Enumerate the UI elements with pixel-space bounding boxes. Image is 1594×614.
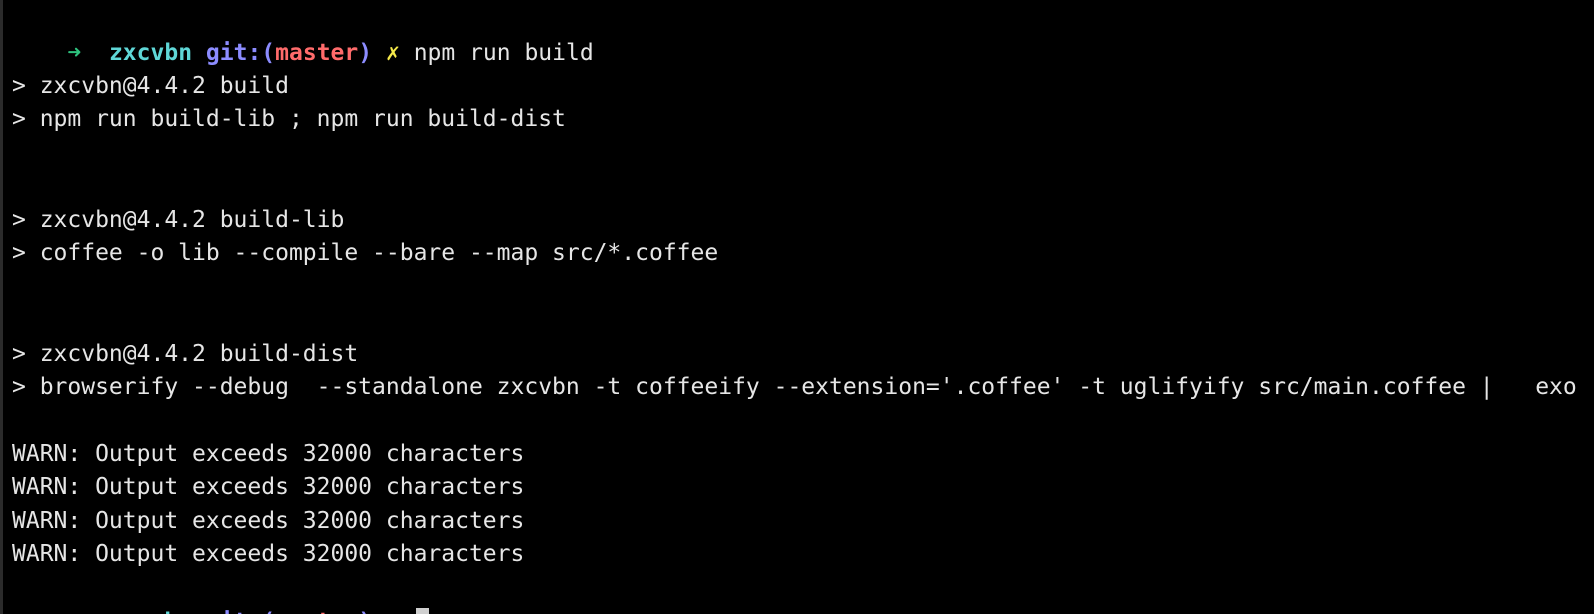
output-line: WARN: Output exceeds 32000 characters xyxy=(12,508,525,534)
text-cursor[interactable] xyxy=(415,607,429,614)
prompt-git-suffix: ) xyxy=(358,40,373,66)
prompt-branch: master xyxy=(275,40,359,66)
prompt-arrow-icon: ➜ xyxy=(67,609,81,614)
prompt-directory: zxcvbn xyxy=(108,40,193,66)
window-edge xyxy=(0,0,3,614)
prompt-line-command: ➜ zxcvbn git:(master) ✗ npm run build xyxy=(12,2,593,66)
prompt-git-suffix: ) xyxy=(358,609,372,614)
output-line: WARN: Output exceeds 32000 characters xyxy=(12,541,525,567)
output-line: > zxcvbn@4.4.2 build-dist xyxy=(12,341,359,367)
prompt-arrow-icon: ➜ xyxy=(67,40,82,66)
terminal-window[interactable]: ➜ zxcvbn git:(master) ✗ npm run build > … xyxy=(0,0,1594,614)
output-line: WARN: Output exceeds 32000 characters xyxy=(12,474,525,500)
output-line: > zxcvbn@4.4.2 build-lib xyxy=(12,207,345,233)
output-line: > zxcvbn@4.4.2 build xyxy=(12,73,289,99)
command-text: npm run build xyxy=(413,40,594,66)
prompt-line-current[interactable]: ➜ zxcvbn git:(master) ✗ xyxy=(12,571,429,614)
output-line: WARN: Output exceeds 32000 characters xyxy=(12,441,525,467)
prompt-branch: master xyxy=(275,609,358,614)
prompt-git-prefix: git:( xyxy=(205,40,276,66)
prompt-directory: zxcvbn xyxy=(109,609,192,614)
output-line: > npm run build-lib ; npm run build-dist xyxy=(12,106,566,132)
output-line: > browserify --debug --standalone zxcvbn… xyxy=(12,374,1577,400)
output-line: > coffee -o lib --compile --bare --map s… xyxy=(12,240,719,266)
prompt-dirty-icon: ✗ xyxy=(385,40,400,66)
prompt-git-prefix: git:( xyxy=(206,609,275,614)
prompt-dirty-icon: ✗ xyxy=(386,609,400,614)
